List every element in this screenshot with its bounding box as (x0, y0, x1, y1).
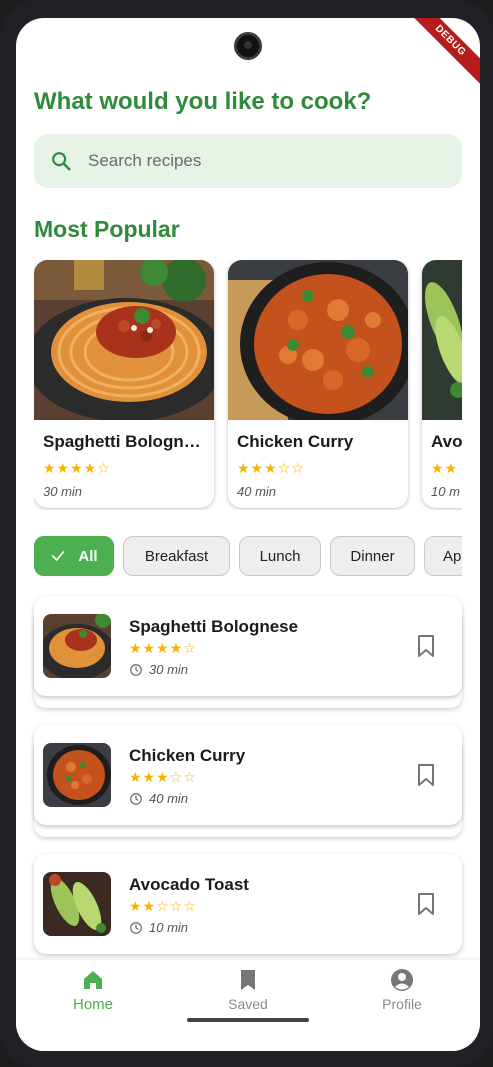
popular-card-spaghetti[interactable]: Spaghetti Bologne… ★★★★☆ 30 min (34, 260, 214, 508)
nav-label: Home (72, 996, 113, 1013)
chip-dinner[interactable]: Dinner (330, 536, 415, 576)
cook-time-row: 40 min (129, 791, 188, 806)
avocado-toast-image (422, 260, 462, 420)
app-screen: DEBUG What would you like to cook? Most … (16, 18, 480, 1051)
cook-time: 30 min (149, 662, 189, 677)
search-icon (52, 152, 71, 171)
account-circle-icon (391, 969, 413, 991)
rating-stars: ★★★☆☆ (129, 769, 197, 785)
front-camera (234, 32, 262, 60)
chip-breakfast[interactable]: Breakfast (123, 536, 230, 576)
nav-label: Saved (228, 996, 268, 1012)
bottom-navigation: Home Saved Profile (16, 960, 480, 1051)
recipe-title: Spaghetti Bolognese (129, 617, 299, 636)
cook-time: 10 m (431, 484, 460, 499)
bookmark-icon[interactable] (416, 892, 436, 916)
bookmark-icon[interactable] (416, 634, 436, 658)
popular-card-avocado-toast[interactable]: Avo ★★ 10 m (422, 260, 462, 508)
clock-icon (130, 663, 142, 676)
recipe-card-spaghetti[interactable]: Spaghetti Bolognese ★★★★☆ 30 min (34, 596, 462, 696)
cook-time-row: 30 min (129, 662, 188, 677)
nav-profile[interactable]: Profile (342, 968, 462, 1012)
recipe-thumbnail (43, 614, 111, 678)
recipe-card-avocado-toast[interactable]: Avocado Toast ★★☆☆☆ 10 min (34, 854, 462, 954)
rating-stars: ★★☆☆☆ (129, 898, 197, 914)
category-filter-chips[interactable]: All Breakfast Lunch Dinner Ap (34, 536, 462, 578)
chicken-curry-image (228, 260, 408, 420)
chip-label: Dinner (350, 547, 395, 565)
clock-icon (130, 921, 142, 934)
recipe-title: Chicken Curry (129, 746, 246, 765)
chip-lunch[interactable]: Lunch (239, 536, 321, 576)
bookmark-icon (241, 970, 255, 990)
search-input[interactable] (88, 151, 408, 171)
gesture-home-bar[interactable] (187, 1018, 309, 1022)
chip-appetizers[interactable]: Ap (424, 536, 462, 576)
phone-frame: DEBUG What would you like to cook? Most … (0, 0, 493, 1067)
chip-label: Breakfast (144, 547, 209, 565)
popular-carousel[interactable]: Spaghetti Bologne… ★★★★☆ 30 min Chicken … (34, 260, 462, 510)
nav-home[interactable]: Home (33, 968, 153, 1013)
popular-card-title: Spaghetti Bologne… (43, 432, 209, 451)
popular-card-title: Chicken Curry (237, 432, 354, 451)
cook-time: 40 min (237, 484, 277, 499)
chip-all[interactable]: All (34, 536, 114, 576)
debug-banner: DEBUG (401, 18, 480, 90)
bookmark-icon[interactable] (416, 763, 436, 787)
rating-stars: ★★ (431, 460, 459, 476)
spaghetti-image (34, 260, 214, 420)
chip-label: Ap (443, 547, 462, 565)
rating-stars: ★★★★☆ (43, 460, 111, 476)
cook-time: 40 min (149, 791, 189, 806)
most-popular-title: Most Popular (34, 216, 180, 242)
rating-stars: ★★★★☆ (129, 640, 197, 656)
recipe-thumbnail (43, 743, 111, 807)
cook-time-row: 10 min (129, 920, 188, 935)
nav-saved[interactable]: Saved (188, 968, 308, 1012)
popular-card-chicken-curry[interactable]: Chicken Curry ★★★☆☆ 40 min (228, 260, 408, 508)
recipe-card-chicken-curry[interactable]: Chicken Curry ★★★☆☆ 40 min (34, 725, 462, 825)
page-heading: What would you like to cook? (34, 88, 372, 115)
recipe-thumbnail (43, 872, 111, 936)
nav-label: Profile (382, 996, 422, 1012)
search-bar[interactable] (34, 134, 462, 188)
popular-card-title: Avo (431, 432, 462, 451)
rating-stars: ★★★☆☆ (237, 460, 305, 476)
cook-time: 30 min (43, 484, 83, 499)
chip-label: All (78, 547, 98, 565)
home-icon (84, 971, 102, 989)
check-icon (52, 551, 65, 561)
clock-icon (130, 792, 142, 805)
chip-label: Lunch (259, 547, 301, 565)
cook-time: 10 min (149, 920, 189, 935)
recipe-title: Avocado Toast (129, 875, 249, 894)
